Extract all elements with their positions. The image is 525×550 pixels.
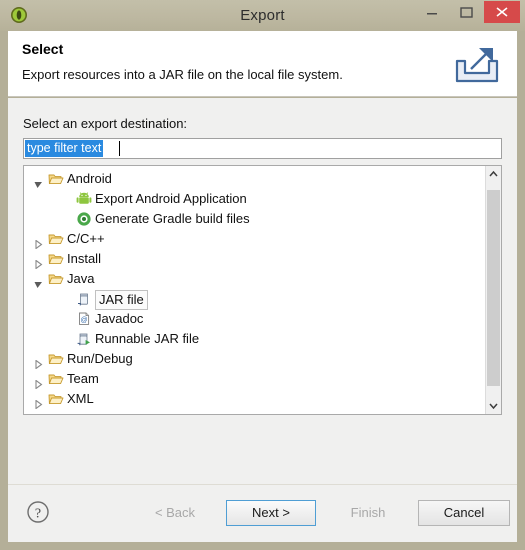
chevron-down-icon[interactable] xyxy=(486,397,501,414)
gradle-icon xyxy=(76,211,92,227)
finish-button[interactable]: Finish xyxy=(323,500,413,526)
twisty-collapsed-icon[interactable] xyxy=(34,255,43,270)
filter-input-value[interactable]: type filter text xyxy=(25,140,104,157)
twisty-collapsed-icon[interactable] xyxy=(34,355,43,370)
folder-open-icon xyxy=(48,351,64,367)
tree-item-label: Runnable JAR file xyxy=(95,331,200,346)
tree-item-c-c[interactable]: C/C++ xyxy=(24,229,485,250)
tree-item-label: XML xyxy=(67,391,94,406)
tree-item-label: Install xyxy=(67,251,101,266)
dialog-header: Select Export resources into a JAR file … xyxy=(8,31,517,97)
folder-open-icon xyxy=(48,271,64,287)
folder-open-icon xyxy=(48,391,64,407)
tree-row-list: Android Export Android Application Generat… xyxy=(24,169,485,410)
cancel-button[interactable]: Cancel xyxy=(418,500,510,526)
twisty-collapsed-icon[interactable] xyxy=(34,375,43,390)
folder-open-icon xyxy=(48,371,64,387)
next-button[interactable]: Next > xyxy=(226,500,316,526)
close-icon[interactable] xyxy=(484,1,520,23)
tree-item-export-android-application[interactable]: Export Android Application xyxy=(24,189,485,209)
tree-item-label: C/C++ xyxy=(67,231,105,246)
help-icon[interactable]: ? xyxy=(25,499,51,525)
dialog-body: Select an export destination: type filte… xyxy=(8,98,517,484)
tree-item-label: Generate Gradle build files xyxy=(95,211,250,226)
tree-item-jar-file[interactable]: JAR file xyxy=(24,289,485,310)
export-dialog-window: Export Select Export resources into a JA… xyxy=(0,0,525,550)
javadoc-icon: @ xyxy=(76,311,92,327)
tree-item-label: Java xyxy=(67,271,95,286)
tree-item-generate-gradle-build-files[interactable]: Generate Gradle build files xyxy=(24,209,485,229)
text-caret xyxy=(119,141,120,156)
window-title: Export xyxy=(240,7,285,24)
folder-open-icon xyxy=(48,231,64,247)
page-description: Export resources into a JAR file on the … xyxy=(22,67,343,82)
tree-item-javadoc[interactable]: @ Javadoc xyxy=(24,309,485,329)
export-destination-tree[interactable]: Android Export Android Application Generat… xyxy=(23,165,502,415)
tree-scrollbar[interactable] xyxy=(485,166,501,414)
svg-text:@: @ xyxy=(80,317,87,324)
tree-item-team[interactable]: Team xyxy=(24,369,485,390)
minimize-icon[interactable] xyxy=(417,1,446,23)
maximize-icon[interactable] xyxy=(451,1,480,23)
tree-item-label: Javadoc xyxy=(95,311,144,326)
tree-item-label: Export Android Application xyxy=(95,191,247,206)
tree-item-label: Team xyxy=(67,371,99,386)
export-icon xyxy=(449,39,505,91)
page-title: Select xyxy=(22,41,64,57)
tree-item-label: JAR file xyxy=(95,290,148,310)
runnable-jar-icon xyxy=(76,331,92,347)
svg-text:?: ? xyxy=(35,507,41,522)
android-icon xyxy=(76,191,92,207)
filter-input[interactable]: type filter text xyxy=(23,138,502,159)
tree-item-android[interactable]: Android xyxy=(24,169,485,189)
tree-item-runnable-jar-file[interactable]: Runnable JAR file xyxy=(24,329,485,349)
chevron-up-icon[interactable] xyxy=(486,166,501,183)
tree-item-label: Android xyxy=(67,171,112,186)
title-bar[interactable]: Export xyxy=(0,0,525,31)
tree-item-label: Run/Debug xyxy=(67,351,133,366)
tree-item-xml[interactable]: XML xyxy=(24,389,485,410)
jar-file-icon xyxy=(76,291,92,307)
folder-open-icon xyxy=(48,171,64,187)
twisty-expanded-icon[interactable] xyxy=(34,275,43,288)
tree-item-java[interactable]: Java xyxy=(24,269,485,289)
twisty-collapsed-icon[interactable] xyxy=(34,395,43,410)
scrollbar-thumb[interactable] xyxy=(487,190,500,386)
dialog-footer: ? < Back Next > Finish Cancel xyxy=(8,484,517,542)
twisty-expanded-icon[interactable] xyxy=(34,175,43,188)
back-button[interactable]: < Back xyxy=(130,500,220,526)
twisty-collapsed-icon[interactable] xyxy=(34,235,43,250)
folder-open-icon xyxy=(48,251,64,267)
tree-item-run-debug[interactable]: Run/Debug xyxy=(24,349,485,370)
destination-label: Select an export destination: xyxy=(23,116,188,131)
tree-item-install[interactable]: Install xyxy=(24,249,485,270)
